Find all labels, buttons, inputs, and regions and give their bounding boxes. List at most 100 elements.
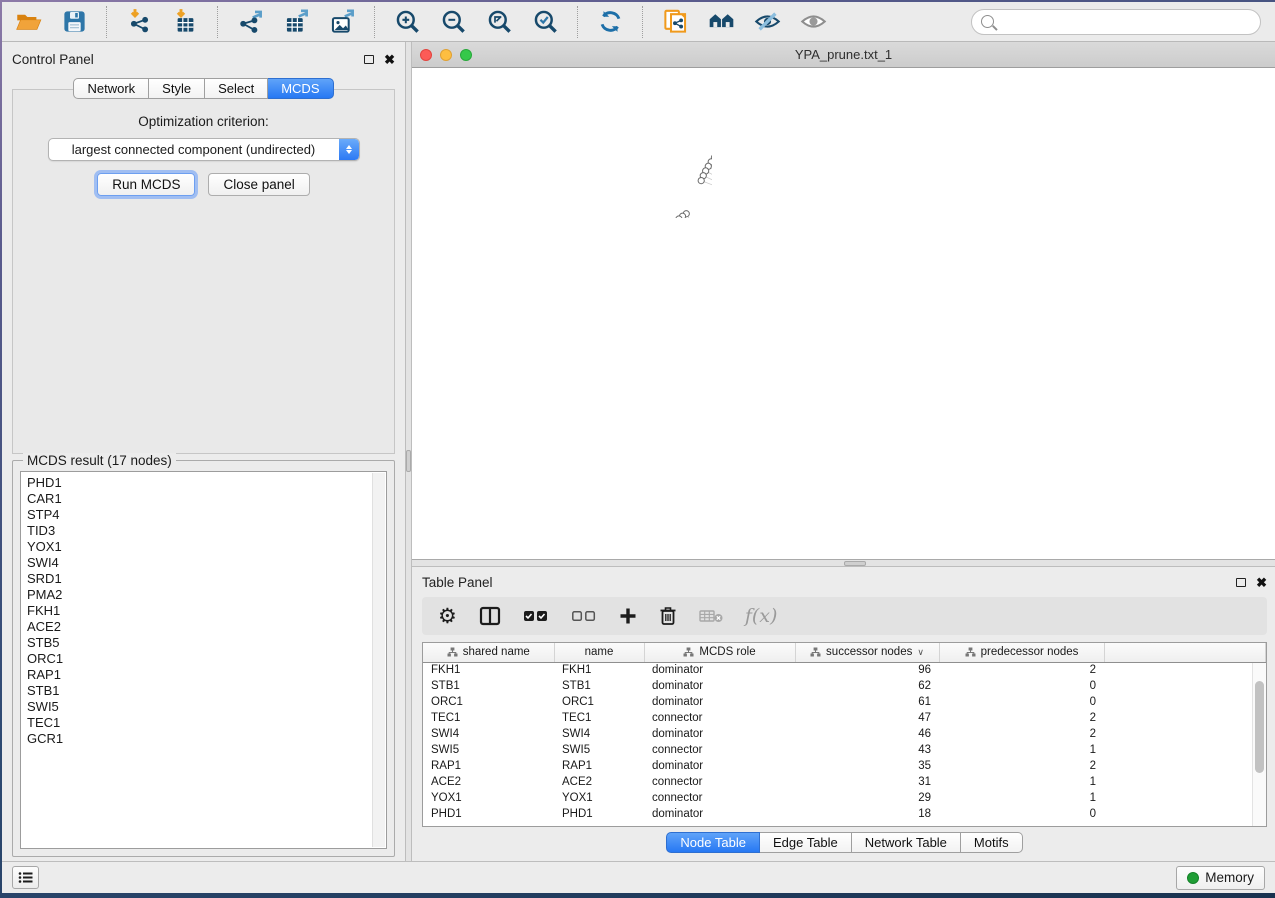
- optimization-criterion-label: Optimization criterion:: [138, 114, 269, 129]
- search-field[interactable]: [971, 9, 1261, 35]
- mcds-result-item[interactable]: FKH1: [27, 603, 386, 619]
- mcds-result-item[interactable]: STB1: [27, 683, 386, 699]
- network-graph[interactable]: [412, 68, 712, 218]
- column-header-name[interactable]: name: [554, 643, 644, 662]
- import-table-button[interactable]: [167, 6, 203, 38]
- mcds-result-item[interactable]: PMA2: [27, 587, 386, 603]
- tab-network[interactable]: Network: [73, 78, 149, 99]
- network-node[interactable]: [676, 216, 682, 218]
- gear-icon: ⚙: [438, 606, 457, 627]
- mcds-result-item[interactable]: CAR1: [27, 491, 386, 507]
- select-all-button[interactable]: [523, 609, 549, 623]
- table-row[interactable]: TEC1TEC1connector472: [423, 710, 1266, 726]
- table-row[interactable]: STB1STB1dominator620: [423, 678, 1266, 694]
- table-cell: 0: [939, 694, 1104, 710]
- table-row[interactable]: PHD1PHD1dominator180: [423, 806, 1266, 822]
- table-row[interactable]: RAP1RAP1dominator352: [423, 758, 1266, 774]
- mcds-result-item[interactable]: TEC1: [27, 715, 386, 731]
- tab-select[interactable]: Select: [205, 78, 268, 99]
- splitter-handle[interactable]: [844, 561, 866, 566]
- node-table[interactable]: shared name name MCDS rolesuccessor nodes∨…: [422, 642, 1267, 827]
- mcds-result-item[interactable]: RAP1: [27, 667, 386, 683]
- criterion-value: largest connected component (undirected): [49, 139, 339, 160]
- memory-button[interactable]: Memory: [1176, 866, 1265, 890]
- float-panel-icon[interactable]: [1236, 578, 1246, 587]
- column-header-successor-nodes[interactable]: successor nodes∨: [795, 643, 939, 662]
- mcds-result-item[interactable]: SWI4: [27, 555, 386, 571]
- table-row[interactable]: ORC1ORC1dominator610: [423, 694, 1266, 710]
- mcds-result-item[interactable]: PHD1: [27, 475, 386, 491]
- function-builder-button[interactable]: f(x): [745, 605, 778, 627]
- column-header-MCDS-role[interactable]: MCDS role: [644, 643, 795, 662]
- open-file-button[interactable]: [10, 6, 46, 38]
- tab-edge-table[interactable]: Edge Table: [760, 832, 852, 853]
- mcds-result-item[interactable]: SWI5: [27, 699, 386, 715]
- mcds-result-item[interactable]: STP4: [27, 507, 386, 523]
- table-row[interactable]: YOX1YOX1connector291: [423, 790, 1266, 806]
- float-panel-icon[interactable]: [364, 55, 374, 64]
- mcds-result-item[interactable]: YOX1: [27, 539, 386, 555]
- mcds-result-item[interactable]: GCR1: [27, 731, 386, 747]
- import-network-button[interactable]: [121, 6, 157, 38]
- table-scrollbar[interactable]: [1252, 663, 1266, 826]
- mcds-result-item[interactable]: SRD1: [27, 571, 386, 587]
- criterion-dropdown[interactable]: largest connected component (undirected): [48, 138, 360, 161]
- first-neighbors-button[interactable]: [703, 6, 739, 38]
- delete-table-button[interactable]: [699, 609, 723, 623]
- copy-network-button[interactable]: [657, 6, 693, 38]
- control-panel: Control Panel ✖ NetworkStyleSelectMCDS O…: [2, 42, 405, 861]
- tab-node-table[interactable]: Node Table: [666, 832, 760, 853]
- mcds-result-item[interactable]: ACE2: [27, 619, 386, 635]
- table-cell: RAP1: [423, 758, 554, 774]
- tab-style[interactable]: Style: [149, 78, 205, 99]
- horizontal-splitter[interactable]: [412, 560, 1275, 567]
- zoom-selected-button[interactable]: [527, 6, 563, 38]
- column-header-shared-name[interactable]: shared name: [423, 643, 554, 662]
- deselect-all-button[interactable]: [571, 609, 597, 623]
- mcds-result-item[interactable]: TID3: [27, 523, 386, 539]
- zoom-in-button[interactable]: [389, 6, 425, 38]
- table-row[interactable]: FKH1FKH1dominator962: [423, 662, 1266, 678]
- close-panel-icon[interactable]: ✖: [384, 53, 395, 66]
- sort-descending-icon: ∨: [917, 647, 924, 658]
- add-column-button[interactable]: [619, 607, 637, 625]
- table-cell: 1: [939, 742, 1104, 758]
- export-table-button[interactable]: [278, 6, 314, 38]
- apply-layout-button[interactable]: [592, 6, 628, 38]
- zoom-out-button[interactable]: [435, 6, 471, 38]
- save-session-button[interactable]: [56, 6, 92, 38]
- table-settings-button[interactable]: ⚙: [438, 606, 457, 627]
- network-canvas[interactable]: [412, 68, 1275, 559]
- run-mcds-button[interactable]: Run MCDS: [97, 173, 195, 196]
- close-panel-icon[interactable]: ✖: [1256, 576, 1267, 589]
- export-image-button[interactable]: [324, 6, 360, 38]
- show-console-button[interactable]: [12, 866, 39, 889]
- hide-selected-button[interactable]: [749, 6, 785, 38]
- mcds-result-list[interactable]: PHD1CAR1STP4TID3YOX1SWI4SRD1PMA2FKH1ACE2…: [20, 471, 387, 849]
- split-view-button[interactable]: [479, 606, 501, 626]
- close-panel-button[interactable]: Close panel: [208, 173, 309, 196]
- zoom-fit-button[interactable]: [481, 6, 517, 38]
- column-label: name: [585, 646, 614, 658]
- column-header-predecessor-nodes[interactable]: predecessor nodes: [939, 643, 1104, 662]
- tab-motifs[interactable]: Motifs: [961, 832, 1023, 853]
- table-row[interactable]: SWI5SWI5connector431: [423, 742, 1266, 758]
- mcds-result-item[interactable]: ORC1: [27, 651, 386, 667]
- table-row[interactable]: ACE2ACE2connector311: [423, 774, 1266, 790]
- toolbar-separator: [577, 6, 578, 38]
- table-row[interactable]: SWI4SWI4dominator462: [423, 726, 1266, 742]
- network-window-titlebar[interactable]: YPA_prune.txt_1: [412, 42, 1275, 68]
- scrollbar-thumb[interactable]: [1255, 681, 1264, 773]
- tab-network-table[interactable]: Network Table: [852, 832, 961, 853]
- network-node[interactable]: [698, 178, 704, 184]
- export-network-button[interactable]: [232, 6, 268, 38]
- search-input[interactable]: [1000, 14, 1251, 29]
- splitter-handle[interactable]: [406, 450, 411, 472]
- delete-column-button[interactable]: [659, 606, 677, 626]
- table-cell: 2: [939, 710, 1104, 726]
- vertical-splitter[interactable]: [405, 42, 412, 861]
- tab-mcds[interactable]: MCDS: [268, 78, 333, 99]
- list-scrollbar[interactable]: [372, 473, 385, 847]
- mcds-result-item[interactable]: STB5: [27, 635, 386, 651]
- show-all-button[interactable]: [795, 6, 831, 38]
